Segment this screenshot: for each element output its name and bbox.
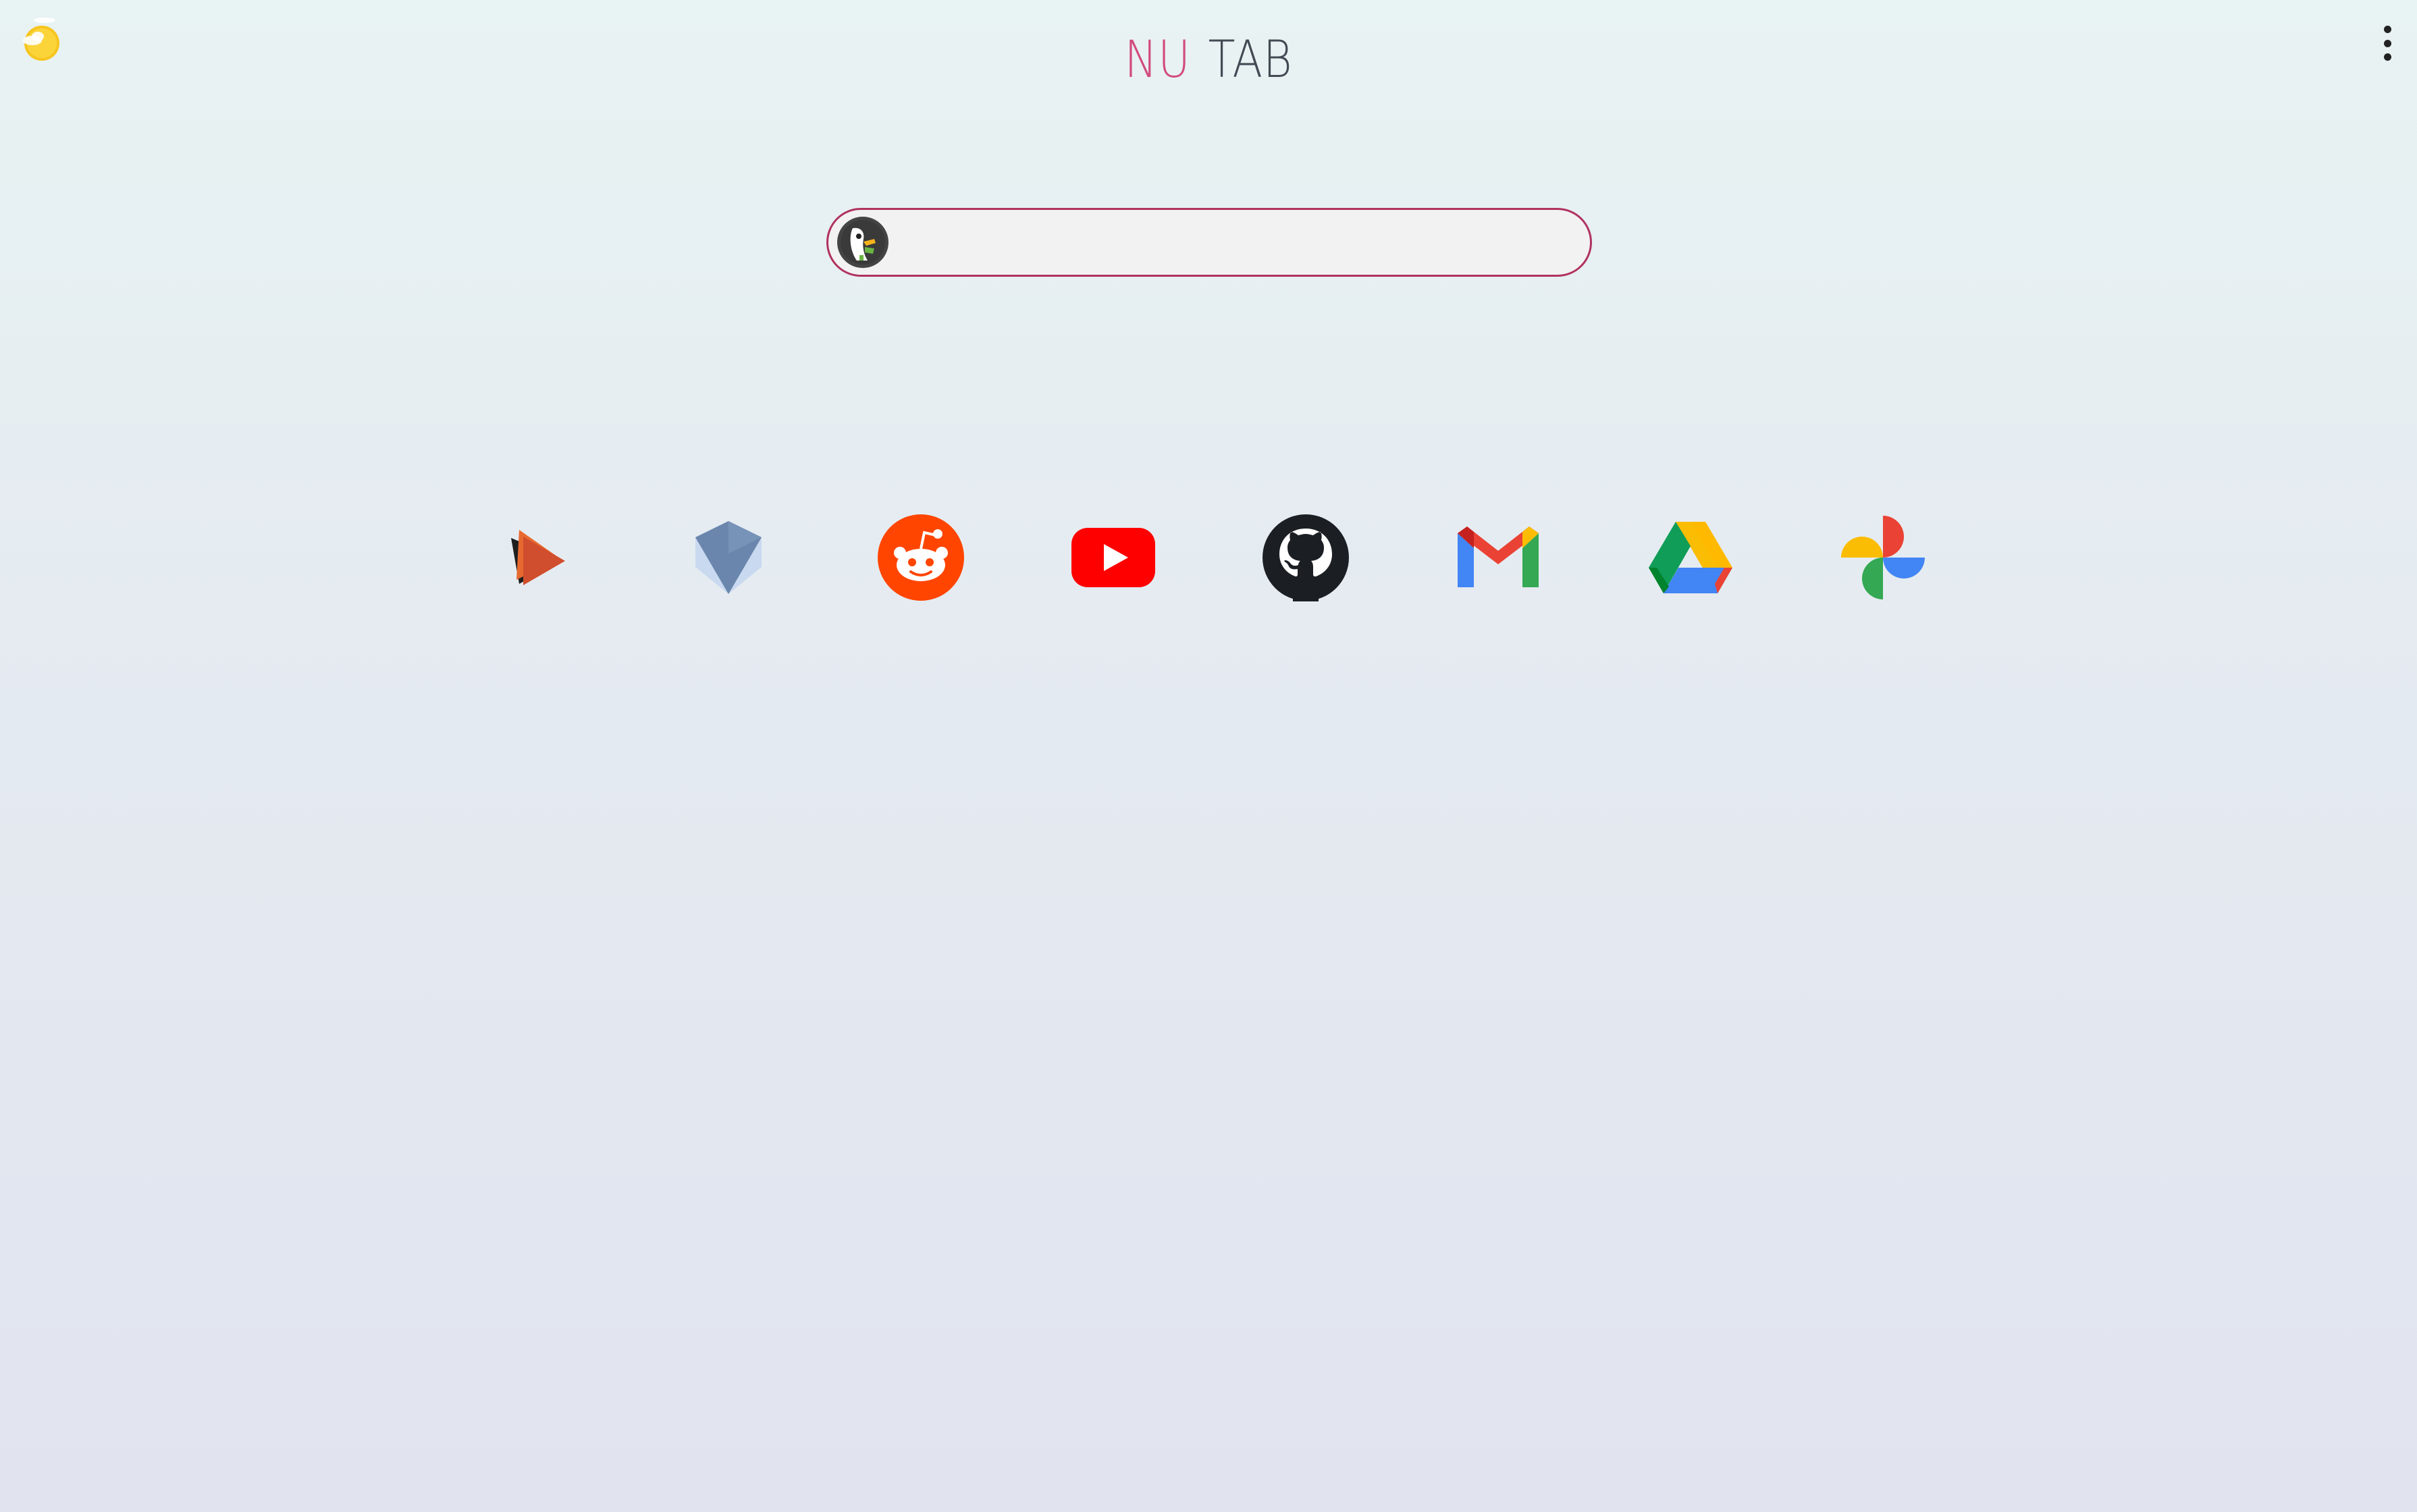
shortcut-grid [0, 510, 2417, 605]
github-icon [1263, 514, 1349, 601]
gmail-icon [1458, 526, 1539, 587]
blue-gem-icon [695, 521, 762, 594]
more-vertical-icon-dot [2383, 53, 2391, 61]
shortcut-gmail[interactable] [1451, 510, 1545, 605]
weather-widget[interactable] [15, 18, 69, 72]
page-title: NU TAB [169, 27, 2248, 92]
google-drive-icon [1649, 522, 1732, 593]
more-vertical-icon-dot [2383, 39, 2391, 47]
shortcut-github[interactable] [1258, 510, 1353, 605]
more-vertical-icon [2383, 26, 2391, 33]
shortcut-play-triangles[interactable] [489, 510, 583, 605]
search-bar[interactable] [826, 208, 1592, 277]
google-photos-icon [1841, 516, 1925, 599]
more-options-button[interactable] [2375, 26, 2399, 61]
brand-part-tab: TAB [1208, 29, 1293, 89]
shortcut-google-photos[interactable] [1836, 510, 1930, 605]
search-input[interactable] [900, 218, 1563, 267]
shortcut-gem[interactable] [681, 510, 776, 605]
youtube-icon [1071, 528, 1155, 587]
play-triangles-icon [511, 530, 565, 585]
duckduckgo-icon[interactable] [836, 216, 889, 269]
shortcut-youtube[interactable] [1066, 510, 1161, 605]
shortcut-reddit[interactable] [874, 510, 968, 605]
shortcut-google-drive[interactable] [1643, 510, 1738, 605]
brand-part-nu: NU [1124, 29, 1191, 89]
reddit-icon [878, 514, 964, 601]
sun-cloud-icon [23, 18, 59, 61]
